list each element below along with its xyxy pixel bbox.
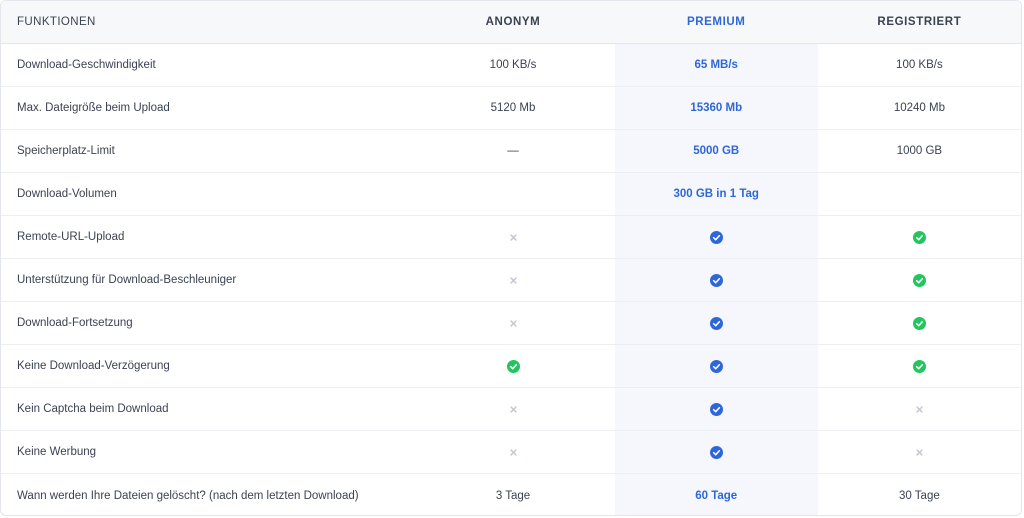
cross-icon	[507, 317, 520, 330]
check-circle-blue-icon	[709, 316, 723, 330]
cross-icon	[507, 446, 520, 459]
check-circle-green-icon	[912, 316, 926, 330]
anonym-value: 5120 Mb	[490, 102, 536, 114]
feature-label: Download-Geschwindigkeit	[17, 59, 156, 71]
check-circle-blue-icon	[709, 359, 723, 373]
premium-cell	[614, 388, 818, 430]
registriert-cell	[818, 388, 1021, 430]
anonym-cell	[411, 216, 614, 258]
feature-label: Keine Werbung	[17, 446, 97, 458]
premium-cell	[614, 302, 818, 344]
premium-cell	[614, 216, 818, 258]
anonym-cell	[411, 388, 614, 430]
anonym-cell	[411, 431, 614, 473]
cross-icon	[913, 403, 926, 416]
registriert-cell	[818, 431, 1021, 473]
header-anonym: ANONYM	[485, 16, 541, 28]
cross-icon	[507, 403, 520, 416]
header-premium: PREMIUM	[614, 1, 818, 43]
premium-value: 60 Tage	[614, 474, 818, 515]
anonym-cell	[411, 345, 614, 387]
registriert-value: 30 Tage	[899, 489, 940, 502]
table-row: Max. Dateigröße beim Upload 5120 Mb 15360 …	[1, 87, 1021, 130]
registriert-cell	[818, 216, 1021, 258]
cross-icon	[507, 274, 520, 287]
table-row: Kein Captcha beim Download	[1, 388, 1021, 431]
anonym-value: 100 KB/s	[489, 59, 537, 71]
header-registriert: REGISTRIERT	[877, 16, 962, 28]
anonym-value: 3 Tage	[495, 489, 531, 502]
cross-icon	[507, 231, 520, 244]
premium-cell	[614, 345, 818, 387]
table-row: Speicherplatz-Limit — 5000 GB 1000 GB	[1, 130, 1021, 173]
table-header: FUNKTIONEN ANONYM PREMIUM REGISTRIERT	[1, 1, 1021, 44]
check-circle-green-icon	[912, 359, 926, 373]
feature-label: Kein Captcha beim Download	[17, 403, 169, 415]
table-row: Remote-URL-Upload	[1, 216, 1021, 259]
anonym-value: —	[507, 145, 519, 157]
table-row: Keine Download-Verzögerung	[1, 345, 1021, 388]
table-row: Download-Volumen 300 GB in 1 Tag	[1, 173, 1021, 216]
check-circle-blue-icon	[709, 402, 723, 416]
premium-value: 65 MB/s	[614, 44, 818, 86]
cross-icon	[913, 446, 926, 459]
feature-label: Keine Download-Verzögerung	[17, 360, 170, 372]
header-funktionen: FUNKTIONEN	[17, 16, 96, 28]
anonym-empty	[411, 173, 614, 215]
registriert-cell	[818, 302, 1021, 344]
check-circle-green-icon	[506, 359, 520, 373]
check-circle-blue-icon	[709, 273, 723, 287]
registriert-cell	[818, 259, 1021, 301]
table-row: Keine Werbung	[1, 431, 1021, 474]
premium-cell	[614, 431, 818, 473]
premium-cell	[614, 259, 818, 301]
feature-label: Max. Dateigröße beim Upload	[17, 102, 170, 114]
feature-label: Unterstützung für Download-Beschleuniger	[17, 274, 237, 286]
check-circle-blue-icon	[709, 445, 723, 459]
feature-label: Speicherplatz-Limit	[17, 145, 115, 157]
check-circle-blue-icon	[709, 230, 723, 244]
comparison-table: FUNKTIONEN ANONYM PREMIUM REGISTRIERT Do…	[0, 0, 1022, 516]
table-row: Wann werden Ihre Dateien gelöscht? (nach…	[1, 474, 1021, 515]
registriert-value: 1000 GB	[896, 145, 943, 157]
premium-value: 300 GB in 1 Tag	[614, 173, 818, 215]
premium-value: 15360 Mb	[614, 87, 818, 129]
registriert-value: 10240 Mb	[893, 102, 945, 114]
table-row: Download-Geschwindigkeit 100 KB/s 65 MB/s 1…	[1, 44, 1021, 87]
feature-label: Remote-URL-Upload	[17, 231, 125, 243]
table-row: Download-Fortsetzung	[1, 302, 1021, 345]
feature-label: Download-Fortsetzung	[17, 317, 133, 329]
premium-value: 5000 GB	[614, 130, 818, 172]
anonym-cell	[411, 302, 614, 344]
registriert-value: 100 KB/s	[896, 59, 943, 71]
registriert-empty	[818, 173, 1021, 215]
check-circle-green-icon	[912, 230, 926, 244]
feature-label: Wann werden Ihre Dateien gelöscht? (nach…	[17, 489, 359, 502]
registriert-cell	[818, 345, 1021, 387]
check-circle-green-icon	[912, 273, 926, 287]
anonym-cell	[411, 259, 614, 301]
feature-label: Download-Volumen	[17, 188, 117, 200]
table-row: Unterstützung für Download-Beschleuniger	[1, 259, 1021, 302]
